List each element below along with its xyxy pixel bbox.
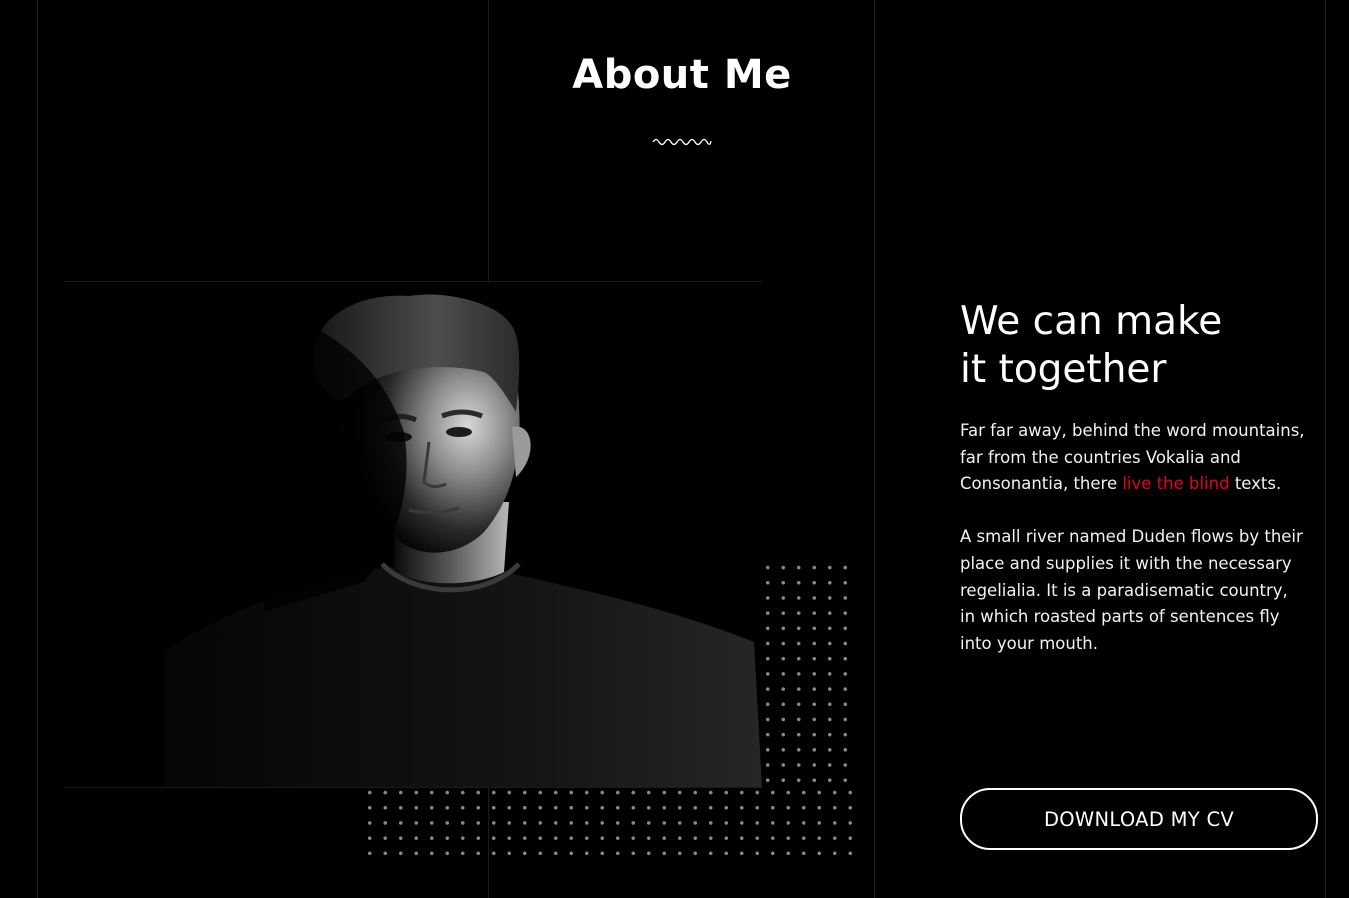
download-cv-button[interactable]: DOWNLOAD MY CV xyxy=(960,788,1318,850)
dot-pattern xyxy=(362,785,855,855)
about-section: About Me We can make it together Far far… xyxy=(0,0,1349,898)
grid-line xyxy=(874,0,875,898)
photo-frame-line xyxy=(64,787,762,788)
paragraph-text: texts. xyxy=(1229,474,1282,494)
portrait-illustration xyxy=(64,282,762,787)
section-title: About Me xyxy=(572,52,792,98)
grid-line xyxy=(37,0,38,898)
dot-pattern xyxy=(760,560,855,790)
about-paragraph-1: Far far away, behind the word mountains,… xyxy=(960,418,1308,498)
heading-line-1: We can make xyxy=(960,299,1223,344)
wave-divider-icon xyxy=(652,138,712,146)
grid-line xyxy=(1325,0,1326,898)
live-the-blind-link[interactable]: live the blind xyxy=(1122,474,1229,493)
heading-line-2: it together xyxy=(960,347,1167,392)
about-heading: We can make it together xyxy=(960,298,1310,394)
about-content: We can make it together Far far away, be… xyxy=(960,298,1310,658)
about-paragraph-2: A small river named Duden flows by their… xyxy=(960,527,1303,653)
portrait-photo xyxy=(64,282,762,787)
